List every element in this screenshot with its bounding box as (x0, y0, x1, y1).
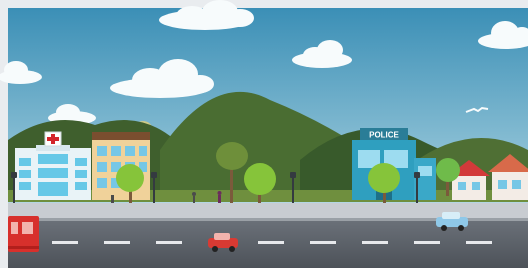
scene-illustration: POLICE (0, 0, 528, 268)
police-sign-label: POLICE (369, 131, 399, 140)
apartment-building (92, 132, 150, 200)
city-scene: POLICE (0, 0, 528, 268)
bus-red (8, 216, 39, 252)
road (8, 221, 528, 268)
lane-markings (52, 241, 492, 244)
